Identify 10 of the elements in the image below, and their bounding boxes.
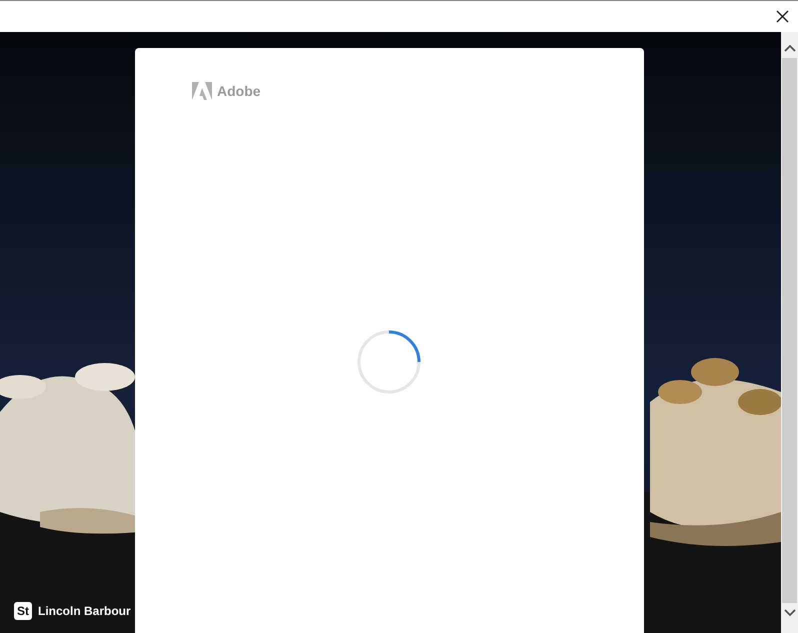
adobe-logo-icon: [192, 82, 212, 100]
photographer-name: Lincoln Barbour: [38, 604, 131, 618]
stock-badge: St: [14, 602, 32, 620]
close-icon: [776, 10, 788, 23]
scroll-down-icon[interactable]: [784, 609, 796, 617]
scrollbar[interactable]: [781, 32, 798, 633]
scroll-up-icon[interactable]: [784, 44, 796, 52]
scroll-thumb[interactable]: [782, 58, 797, 603]
loading-spinner: [357, 330, 421, 394]
logo-text: Adobe: [217, 83, 261, 99]
